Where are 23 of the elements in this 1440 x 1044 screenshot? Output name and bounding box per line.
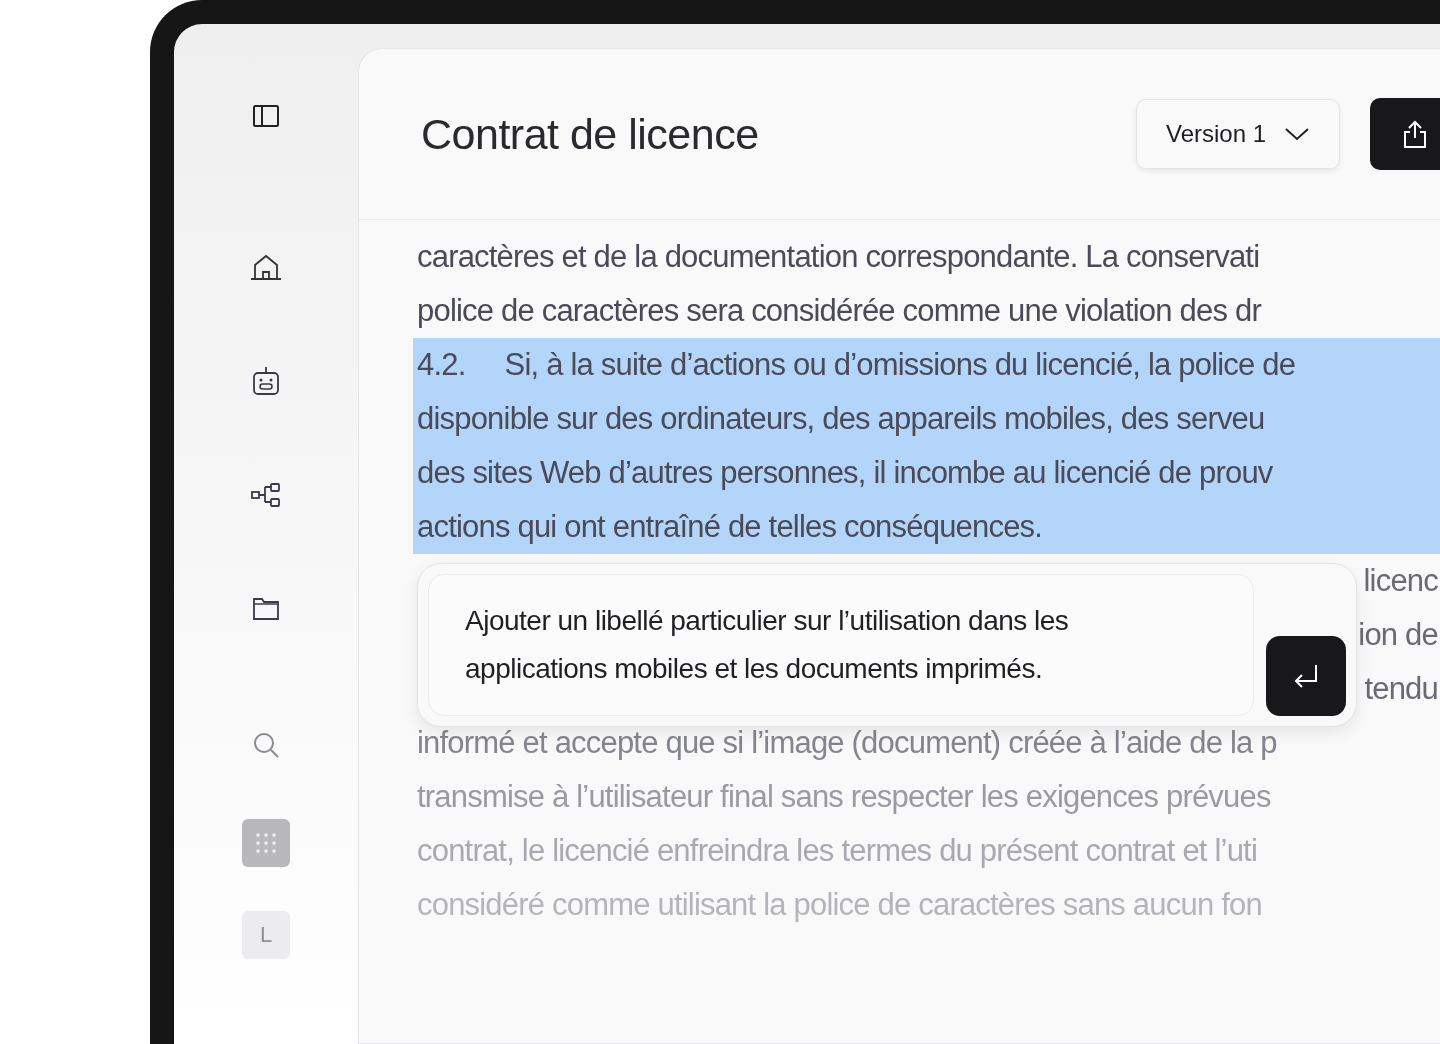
document-text-line: ion de — [1358, 617, 1438, 652]
grid-icon — [254, 831, 278, 855]
sidebar-toggle-icon — [252, 104, 280, 128]
document-text-line: considéré comme utilisant la police de caractères sans aucun fon — [417, 887, 1262, 922]
prompt-input[interactable]: Ajouter un libellé particulier sur l’utilisation dans les applications mobiles et les documents imprimés. — [428, 574, 1254, 716]
document-text-line: caractères et de la documentation correspondante. La conservati — [417, 239, 1260, 274]
robot-icon — [252, 366, 280, 396]
document-text-line: police de caractères sera considérée comme une violation des dr — [417, 293, 1261, 328]
search-icon — [252, 731, 280, 759]
version-dropdown[interactable]: Version 1 — [1136, 99, 1340, 169]
document-text-line: licenc — [1363, 563, 1438, 598]
document-text-line: tendu — [1364, 671, 1438, 706]
document-text-line: contrat, le licencié enfreindra les termes du présent contrat et l’uti — [417, 833, 1257, 868]
document-text-line: transmise à l’utilisateur final sans respecter les exigences prévues — [417, 779, 1271, 814]
folder-icon — [252, 597, 280, 621]
chevron-down-icon — [1284, 127, 1311, 141]
home-icon — [250, 253, 282, 281]
enter-icon — [1292, 663, 1320, 689]
submit-button[interactable] — [1266, 636, 1346, 716]
flowchart-icon — [251, 482, 281, 508]
document-text-line: informé et accepte que si l’image (document) créée à l’aide de la p — [417, 725, 1277, 760]
share-icon — [1402, 119, 1428, 149]
document-title: Contrat de licence — [421, 109, 759, 159]
